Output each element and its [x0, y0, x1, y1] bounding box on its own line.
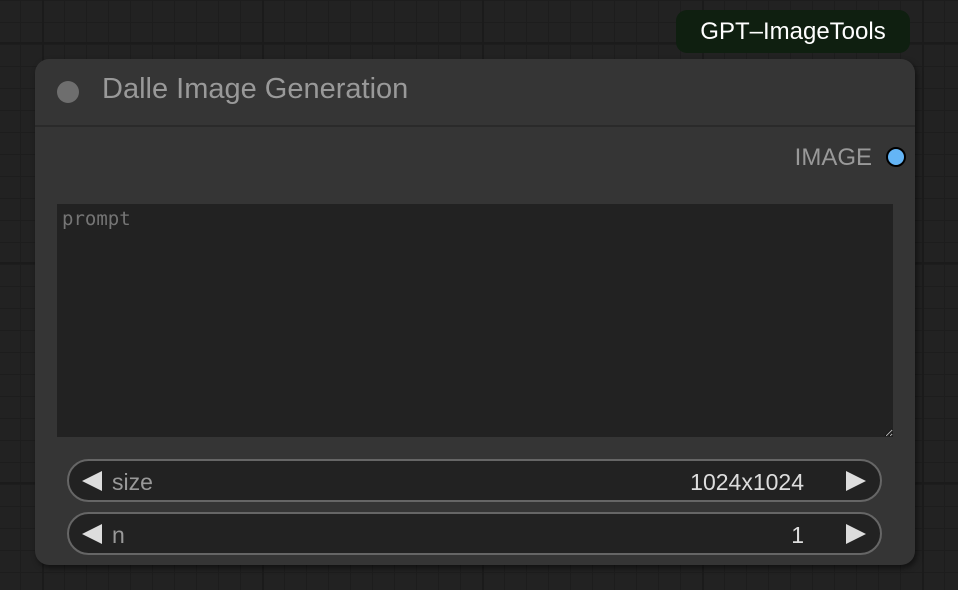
size-label: size — [112, 469, 153, 495]
size-combo-widget[interactable]: size 1024x1024 — [67, 459, 882, 502]
n-value[interactable]: 1 — [791, 522, 804, 549]
increment-arrow-icon[interactable] — [846, 471, 866, 491]
dalle-image-generation-node[interactable]: Dalle Image Generation IMAGE size 1024x1… — [35, 59, 915, 565]
output-image-label: IMAGE — [794, 144, 872, 171]
n-label: n — [112, 522, 125, 548]
decrement-arrow-icon[interactable] — [82, 524, 102, 544]
decrement-arrow-icon[interactable] — [82, 471, 102, 491]
output-image-slot-icon[interactable] — [886, 147, 906, 167]
prompt-input[interactable] — [57, 204, 893, 437]
size-value[interactable]: 1024x1024 — [690, 469, 804, 496]
node-title: Dalle Image Generation — [102, 73, 409, 105]
node-group-badge: GPT–ImageTools — [676, 10, 910, 53]
node-title-bar[interactable]: Dalle Image Generation — [35, 59, 915, 127]
n-number-widget[interactable]: n 1 — [67, 512, 882, 555]
increment-arrow-icon[interactable] — [846, 524, 866, 544]
collapse-dot-icon[interactable] — [57, 81, 79, 103]
